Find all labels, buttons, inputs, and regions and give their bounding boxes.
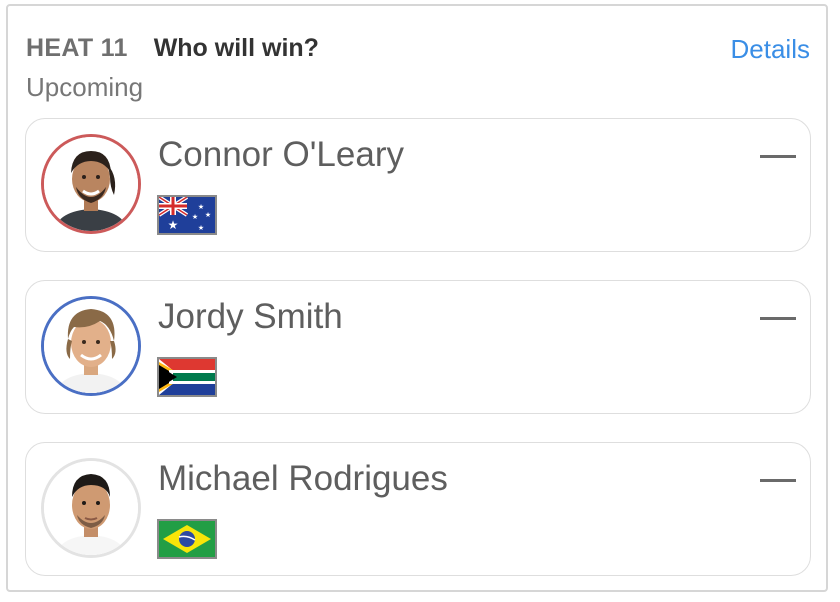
brazil-flag-icon	[157, 519, 217, 559]
surfer-name: Connor O'Leary	[158, 135, 404, 174]
svg-text:★: ★	[198, 224, 204, 232]
heat-status: Upcoming	[26, 72, 144, 102]
surfer-card-2[interactable]: Jordy Smith	[25, 280, 811, 414]
surfer-name: Jordy Smith	[158, 297, 343, 336]
surfer-card-1[interactable]: Connor O'Leary ★ ★ ★ ★ ★	[25, 118, 811, 252]
heat-header: HEAT 11 Who will win?	[26, 34, 319, 63]
surfer-avatar	[41, 134, 141, 234]
south-africa-flag-icon	[157, 357, 217, 397]
pick-dash-icon[interactable]	[760, 155, 796, 158]
heat-number: HEAT 11	[26, 34, 128, 62]
svg-text:★: ★	[205, 211, 211, 219]
prediction-question: Who will win?	[153, 34, 319, 62]
australia-flag-icon: ★ ★ ★ ★ ★	[157, 195, 217, 235]
surfer-name: Michael Rodrigues	[158, 459, 448, 498]
svg-text:★: ★	[192, 213, 198, 221]
surfer-avatar	[41, 458, 141, 558]
pick-dash-icon[interactable]	[760, 479, 796, 482]
pick-dash-icon[interactable]	[760, 317, 796, 320]
surfer-avatar	[41, 296, 141, 396]
svg-text:★: ★	[168, 218, 179, 232]
details-link[interactable]: Details	[731, 34, 810, 65]
heat-card: HEAT 11 Who will win? Details Upcoming C…	[6, 4, 828, 592]
svg-text:★: ★	[198, 203, 204, 211]
surfer-card-3[interactable]: Michael Rodrigues	[25, 442, 811, 576]
